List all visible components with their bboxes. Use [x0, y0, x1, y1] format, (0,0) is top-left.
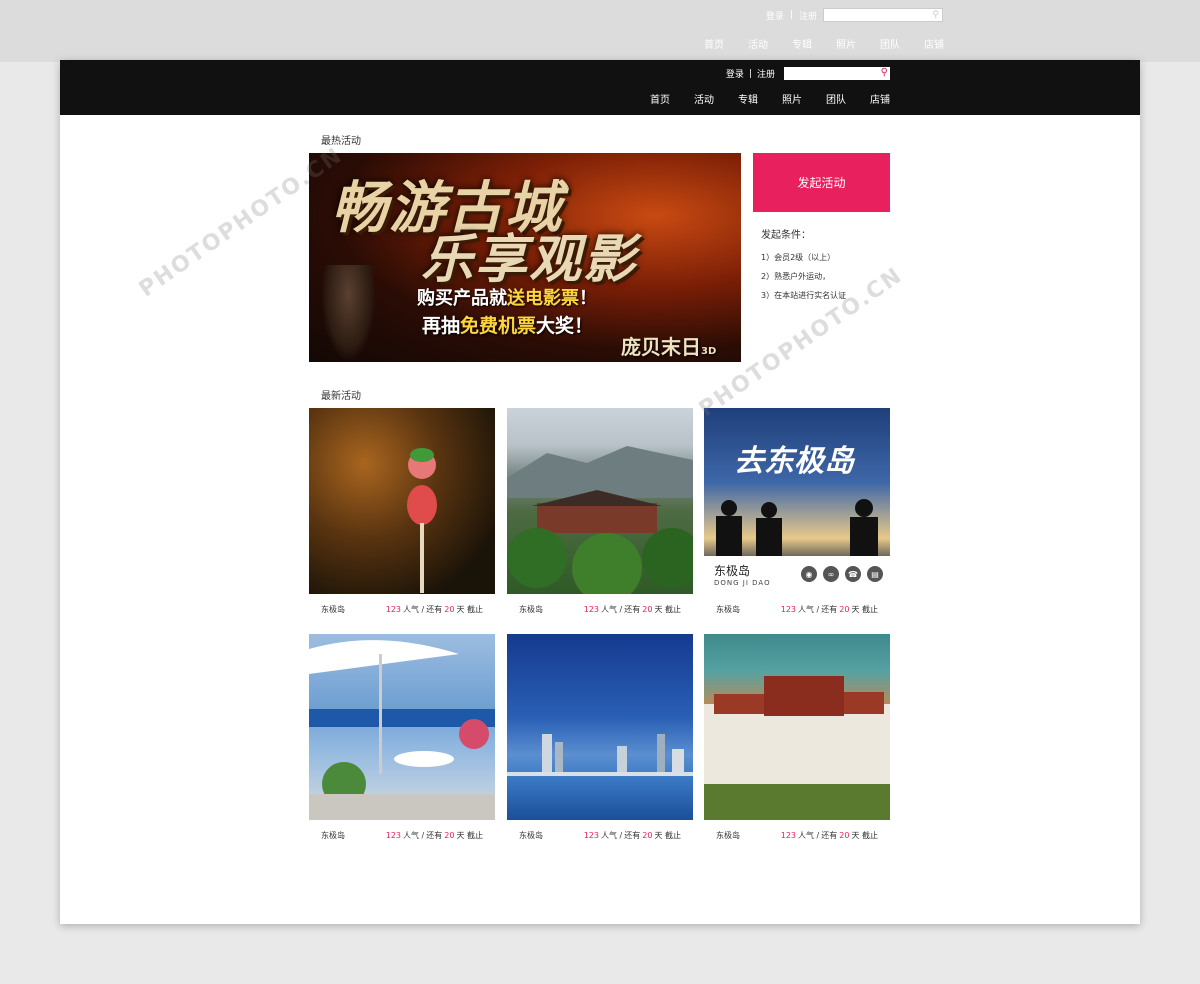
card-meta: 东极岛 123 人气 / 还有 20 天 截止: [519, 831, 681, 840]
card-name: 东极岛: [321, 831, 345, 840]
movie-logo: 庞贝末日3D: [621, 335, 717, 359]
background-top-links: 登录 | 注册 ⚲: [766, 8, 943, 22]
binoculars-icon[interactable]: ∞: [823, 566, 839, 582]
activity-image[interactable]: [507, 634, 693, 820]
page-mockup: 登录 | 注册 ⚲ 首页 活动 专辑 照片 团队 店铺 最热活动 畅游古城 乐享…: [60, 60, 1140, 924]
card-meta: 东极岛 123 人气 / 还有 20 天 截止: [321, 605, 483, 614]
ancient-town-image: [507, 446, 693, 594]
register-link[interactable]: 注册: [757, 67, 775, 80]
login-link[interactable]: 登录: [726, 67, 744, 80]
banner-line2: 乐享观影: [421, 230, 638, 290]
activity-image[interactable]: [704, 634, 890, 820]
latest-section-title: 最新活动: [321, 391, 361, 402]
hot-activity-banner[interactable]: 畅游古城 乐享观影 购买产品就送电影票！ 再抽免费机票大奖！ 庞贝末日3D: [309, 153, 741, 362]
camera-icon[interactable]: ◉: [801, 566, 817, 582]
condition-item: 2）熟悉户外运动，: [761, 272, 831, 281]
activity-card[interactable]: 东极岛 123 人气 / 还有 20 天 截止: [507, 634, 693, 841]
nav-home[interactable]: 首页: [650, 91, 670, 106]
card-meta: 东极岛 123 人气 / 还有 20 天 截止: [321, 831, 483, 840]
nav-activities[interactable]: 活动: [694, 91, 714, 106]
activity-card[interactable]: 东极岛 123 人气 / 还有 20 天 截止: [309, 634, 495, 841]
background-register-link: 注册: [798, 11, 817, 22]
nav-team[interactable]: 团队: [826, 91, 846, 106]
search-icon: ⚲: [932, 10, 939, 20]
main-nav: 首页 活动 专辑 照片 团队 店铺: [650, 91, 890, 106]
card-meta: 东极岛 123 人气 / 还有 20 天 截止: [519, 605, 681, 614]
start-activity-button[interactable]: 发起活动: [753, 153, 890, 212]
search-input[interactable]: ⚲: [784, 67, 890, 80]
car-icon[interactable]: ▤: [867, 566, 883, 582]
banner-line4: 再抽免费机票大奖！: [422, 315, 594, 337]
card-name: 东极岛: [519, 605, 543, 614]
featured-pinyin: DONG JI DAO: [714, 579, 771, 587]
featured-caption: 东极岛 DONG JI DAO ◉ ∞ ☎ ▤: [704, 556, 890, 594]
phone-icon[interactable]: ☎: [845, 566, 861, 582]
activity-card[interactable]: 东极岛 123 人气 / 还有 20 天 截止: [309, 408, 495, 615]
nav-photos[interactable]: 照片: [782, 91, 802, 106]
activity-card[interactable]: 东极岛 123 人气 / 还有 20 天 截止: [507, 408, 693, 615]
top-links: 登录 | 注册 ⚲: [726, 67, 890, 80]
activity-card[interactable]: 东极岛 123 人气 / 还有 20 天 截止: [704, 634, 890, 841]
condition-item: 1）会员2级（以上）: [761, 253, 836, 262]
banner-line3: 购买产品就送电影票！: [417, 288, 597, 309]
city-skyline-image: [507, 734, 693, 776]
background-header: 登录 | 注册 ⚲ 首页 活动 专辑 照片 团队 店铺: [0, 0, 1200, 62]
monkey-doll-image: [407, 448, 437, 593]
couple-figure: [321, 265, 376, 362]
terrace-umbrella-image: [309, 640, 495, 820]
background-nav: 首页 活动 专辑 照片 团队 店铺: [704, 40, 944, 51]
conditions-list: 1）会员2级（以上） 2）熟悉户外运动， 3）在本站进行实名认证: [761, 248, 846, 305]
activity-card-featured[interactable]: 去东极岛 东极岛 DONG JI DAO ◉ ∞ ☎ ▤ 东极岛 123 人气 /…: [704, 408, 890, 615]
activity-image[interactable]: [507, 408, 693, 594]
card-name: 东极岛: [716, 605, 740, 614]
card-name: 东极岛: [519, 831, 543, 840]
potala-palace-image: [704, 676, 890, 820]
activity-image[interactable]: 去东极岛 东极岛 DONG JI DAO ◉ ∞ ☎ ▤: [704, 408, 890, 594]
site-header: 登录 | 注册 ⚲ 首页 活动 专辑 照片 团队 店铺: [60, 60, 1140, 115]
nav-shop[interactable]: 店铺: [870, 91, 890, 106]
activity-image[interactable]: [309, 408, 495, 594]
card-meta: 东极岛 123 人气 / 还有 20 天 截止: [716, 831, 878, 840]
background-search-box: ⚲: [823, 8, 943, 22]
link-separator: |: [748, 68, 752, 79]
activity-image[interactable]: [309, 634, 495, 820]
conditions-title: 发起条件：: [761, 230, 811, 241]
search-icon[interactable]: ⚲: [881, 66, 888, 79]
background-login-link: 登录: [765, 11, 784, 22]
condition-item: 3）在本站进行实名认证: [761, 291, 847, 300]
card-name: 东极岛: [321, 605, 345, 614]
nav-albums[interactable]: 专辑: [738, 91, 758, 106]
card-name: 东极岛: [716, 831, 740, 840]
featured-name: 东极岛: [714, 564, 751, 578]
card-meta: 东极岛 123 人气 / 还有 20 天 截止: [716, 605, 878, 614]
hot-section-title: 最热活动: [321, 136, 361, 147]
